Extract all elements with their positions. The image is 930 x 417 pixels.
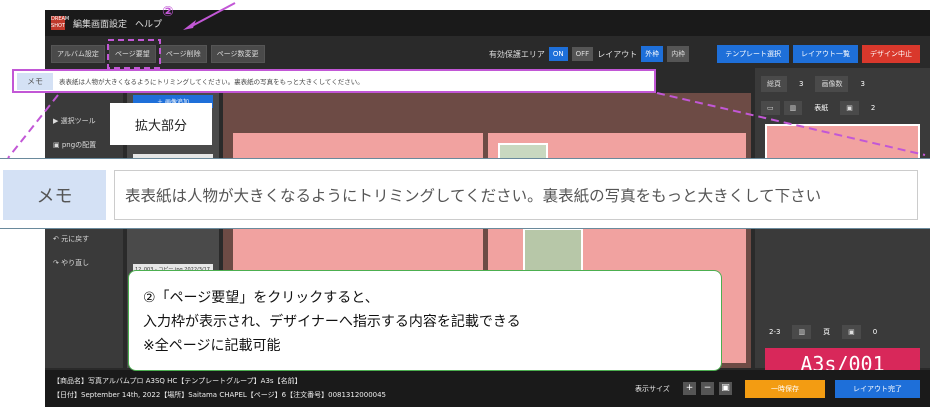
image-count-value: 3 [860, 80, 865, 88]
spread-row: 2-3 ▥ 頁 ▣ 0 [755, 320, 930, 344]
status-line-1: 【商品名】写真アルバムプロ A3SQ HC【テンプレートグループ】A3s【名前】 [53, 377, 302, 385]
redo-button[interactable]: ↷ やり直し [45, 251, 123, 275]
status-bar: 【商品名】写真アルバムプロ A3SQ HC【テンプレートグループ】A3s【名前】… [45, 370, 930, 407]
safe-area-label: 有効保護エリア [488, 49, 545, 59]
memo-input[interactable]: 表表紙は人物が大きくなるようにトリミングしてください。裏表紙の写真をもっと大きく… [59, 76, 364, 86]
safe-area-on-button[interactable]: ON [548, 47, 568, 61]
undo-button[interactable]: ↶ 元に戻す [45, 227, 123, 251]
zoom-section-label: 拡大部分 [110, 103, 212, 145]
status-line-2: 【日付】September 14th, 2022【場所】Saitama CHAP… [53, 391, 387, 399]
tool-png-label: pngの配置 [61, 141, 97, 149]
book-icon: ▥ [783, 101, 803, 115]
redo-label: やり直し [61, 259, 90, 267]
spread-image-icon: ▣ [842, 325, 861, 339]
cover-row: ▭ ▥ 表紙 ▣ 2 [755, 96, 930, 120]
layout-list-button[interactable]: レイアウト一覧 [793, 45, 858, 63]
album-settings-button[interactable]: アルバム設定 [51, 45, 105, 63]
instruction-callout: ②「ページ要望」をクリックすると、 入力枠が表示され、デザイナーへ指示する内容を… [128, 270, 722, 371]
cover-label: 表紙 [814, 104, 829, 112]
temp-save-button[interactable]: 一時保存 [745, 380, 825, 398]
image-icon: ▣ [840, 101, 859, 115]
layout-outside-button[interactable]: 外枠 [641, 46, 664, 62]
image-count-label: 画像数 [815, 76, 849, 92]
couple-photo[interactable] [523, 228, 583, 273]
memo-bar: メモ 表表紙は人物が大きくなるようにトリミングしてください。裏表紙の写真をもっと… [12, 69, 656, 93]
spread-count: 0 [872, 328, 878, 336]
undo-label: 元に戻す [61, 235, 90, 243]
zoomed-memo-panel: メモ 表表紙は人物が大きくなるようにトリミングしてください。裏表紙の写真をもっと… [0, 158, 930, 229]
layout-complete-button[interactable]: レイアウト完了 [835, 380, 920, 398]
memo-label-zoomed: メモ [3, 170, 106, 220]
total-pages-label: 総頁 [761, 76, 787, 92]
callout-line-3: ※全ページに記載可能 [143, 338, 281, 354]
page-delete-button[interactable]: ページ削除 [159, 45, 207, 63]
memo-input-zoomed[interactable]: 表表紙は人物が大きくなるようにトリミングしてください。裏表紙の写真をもっと大きく… [114, 170, 918, 220]
spread-book-icon: ▥ [792, 325, 812, 339]
callout-line-1: ②「ページ要望」をクリックすると、 [143, 290, 379, 306]
display-size-label: 表示サイズ [635, 385, 670, 393]
design-cancel-button[interactable]: デザイン中止 [862, 45, 920, 63]
callout-line-2: 入力枠が表示され、デザイナーへ指示する内容を記載できる [143, 314, 521, 330]
page-request-button[interactable]: ページ要望 [108, 45, 156, 63]
total-pages-value: 3 [799, 80, 804, 88]
safe-area-off-button[interactable]: OFF [571, 47, 594, 61]
page-count-button[interactable]: ページ数変更 [210, 45, 265, 63]
zoom-fit-button[interactable]: ▣ [719, 382, 732, 395]
menubar: DREAM SHOT 編集画面設定 ヘルプ [45, 10, 930, 36]
layout-inside-button[interactable]: 内枠 [667, 46, 690, 62]
template-select-button[interactable]: テンプレート選択 [717, 45, 789, 63]
cover-count: 2 [870, 104, 876, 112]
cover-thumb-icon[interactable]: ▭ [761, 101, 780, 115]
page-stats-row: 総頁 3 画像数 3 [755, 72, 930, 96]
memo-label: メモ [17, 72, 53, 90]
layout-label: レイアウト [597, 49, 638, 59]
toolbar: アルバム設定 ページ要望 ページ削除 ページ数変更 有効保護エリア ON OFF… [45, 43, 930, 65]
annotation-number: ② [162, 4, 174, 20]
app-logo: DREAM SHOT [51, 16, 70, 30]
menu-help[interactable]: ヘルプ [135, 17, 162, 30]
spread-label: 2-3 [769, 328, 781, 336]
tool-select-label: 選択ツール [60, 117, 96, 125]
spread-type: 頁 [823, 328, 831, 336]
menu-editor-settings[interactable]: 編集画面設定 [73, 17, 127, 30]
zoom-out-button[interactable]: − [701, 382, 714, 395]
zoom-in-button[interactable]: + [683, 382, 696, 395]
